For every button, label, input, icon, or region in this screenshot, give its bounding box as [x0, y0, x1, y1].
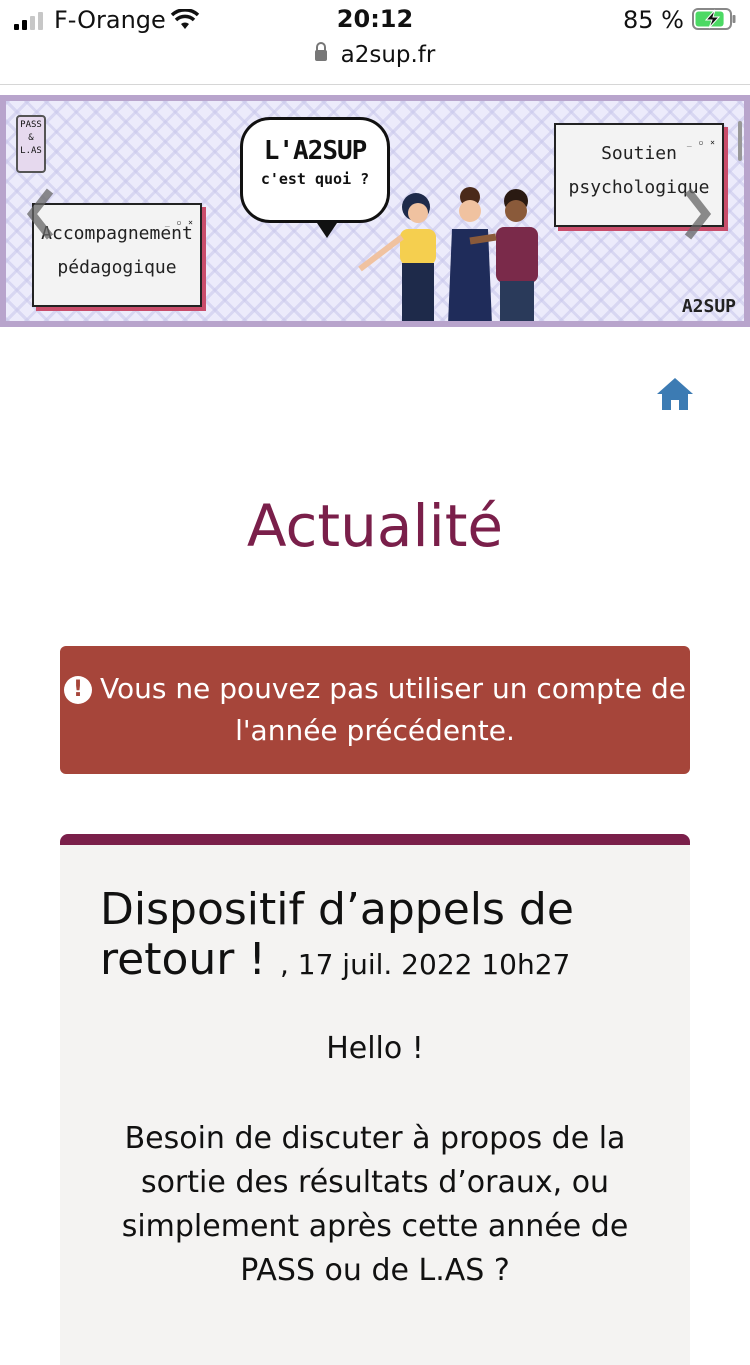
url-display[interactable]: a2sup.fr	[0, 42, 750, 68]
banner-carousel[interactable]: PASS & L.AS _ ▫ × Accompagnement pédagog…	[0, 95, 750, 327]
banner-scrollbar	[738, 121, 742, 161]
card-accompagnement[interactable]: _ ▫ × Accompagnement pédagogique	[32, 203, 202, 307]
chevron-right-icon[interactable]	[682, 187, 712, 241]
news-heading: Dispositif d’appels de retour ! , 17 jui…	[100, 885, 660, 990]
exclamation-circle-icon: !	[63, 676, 92, 704]
battery-percent: 85 %	[623, 6, 684, 34]
home-icon[interactable]	[656, 376, 694, 412]
chevron-left-icon[interactable]	[26, 187, 56, 241]
a2sup-logo: A2SUP	[681, 296, 736, 317]
page-title: Actualité	[246, 492, 504, 560]
status-bar: F-Orange 20:12 85 %	[0, 0, 750, 40]
battery-charging-icon	[692, 8, 736, 30]
alert-text: Vous ne pouvez pas utiliser un compte de…	[99, 672, 687, 747]
address-bar[interactable]: a2sup.fr	[0, 40, 750, 85]
news-date: , 17 juil. 2022 10h27	[279, 948, 571, 981]
url-text: a2sup.fr	[340, 42, 436, 68]
news-article: Dispositif d’appels de retour ! , 17 jui…	[60, 834, 690, 1365]
error-alert: ! Vous ne pouvez pas utiliser un compte d…	[60, 646, 690, 774]
news-greeting: Hello !	[326, 1031, 424, 1066]
pass-las-tag: PASS & L.AS	[16, 115, 46, 173]
lock-icon	[314, 42, 327, 61]
students-illustration	[358, 187, 538, 321]
news-body: Besoin de discuter à propos de la sortie…	[121, 1121, 629, 1288]
